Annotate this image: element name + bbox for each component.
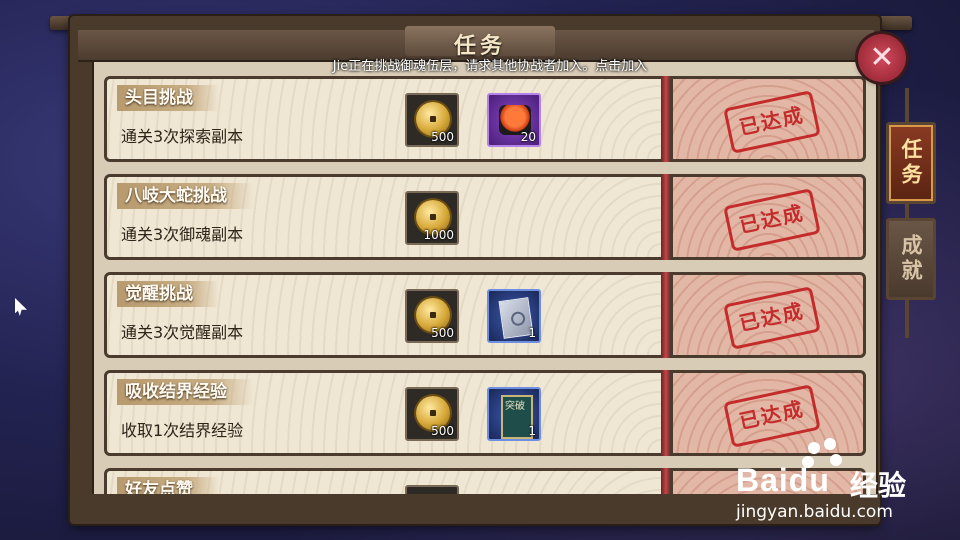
reward-count: 1000: [423, 228, 454, 242]
scroll-label: 突破: [505, 401, 525, 412]
watermark-brand: Baidu: [736, 462, 830, 498]
row-divider: [662, 272, 670, 358]
task-info: 头目挑战 通关3次探索副本 500 20: [104, 76, 664, 162]
join-battle-notice[interactable]: Jie正在挑战御魂伍层，请求其他协战者加入。点击加入: [200, 55, 780, 74]
task-info: 好友点赞: [104, 468, 664, 494]
task-info: 八岐大蛇挑战 通关3次御魂副本 1000: [104, 174, 664, 260]
task-list[interactable]: 头目挑战 通关3次探索副本 500 20 已达成 八岐大蛇挑战 通关3次御魂副本…: [92, 62, 878, 494]
row-divider: [662, 370, 670, 456]
watermark-cn: 经验: [850, 469, 907, 502]
tab-tasks[interactable]: 任务: [886, 122, 936, 204]
reward-count: 500: [431, 130, 454, 144]
task-status-panel: 已达成: [670, 174, 866, 260]
row-divider: [662, 76, 670, 162]
task-status-panel: 已达成: [670, 76, 866, 162]
task-desc: 收取1次结界经验: [121, 421, 244, 440]
task-name: 头目挑战: [117, 85, 219, 111]
reward-item[interactable]: 500: [405, 93, 459, 147]
task-name: 觉醒挑战: [117, 281, 219, 307]
task-row: 头目挑战 通关3次探索副本 500 20 已达成: [104, 76, 866, 162]
row-divider: [662, 174, 670, 260]
watermark-url: jingyan.baidu.com: [736, 502, 893, 522]
baidu-watermark: Baidu 经验 jingyan.baidu.com: [722, 438, 952, 530]
completed-stamp: 已达成: [723, 90, 821, 154]
completed-stamp: 已达成: [723, 188, 821, 252]
close-button[interactable]: ✕: [858, 34, 906, 82]
reward-count: 500: [431, 326, 454, 340]
reward-item[interactable]: 500: [405, 289, 459, 343]
tab-achievements[interactable]: 成就: [886, 218, 936, 300]
task-desc: 通关3次探索副本: [121, 127, 244, 146]
reward-item[interactable]: 500: [405, 387, 459, 441]
task-desc: 通关3次觉醒副本: [121, 323, 244, 342]
reward-item[interactable]: 1000: [405, 191, 459, 245]
task-row: 觉醒挑战 通关3次觉醒副本 500 1 已达成: [104, 272, 866, 358]
close-x-icon: ✕: [869, 40, 895, 75]
task-name: 好友点赞: [117, 477, 219, 494]
reward-item[interactable]: 突破 1: [487, 387, 541, 441]
reward-count: 20: [520, 130, 536, 144]
task-desc: 通关3次御魂副本: [121, 225, 244, 244]
task-status-panel: 已达成: [670, 272, 866, 358]
task-name: 八岐大蛇挑战: [117, 183, 253, 209]
task-name: 吸收结界经验: [117, 379, 253, 405]
reward-count: 1: [528, 326, 536, 340]
reward-count: 500: [431, 424, 454, 438]
task-row: 八岐大蛇挑战 通关3次御魂副本 1000 已达成: [104, 174, 866, 260]
completed-stamp: 已达成: [723, 384, 821, 448]
reward-count: 1: [528, 424, 536, 438]
completed-stamp: 已达成: [723, 286, 821, 350]
task-info: 觉醒挑战 通关3次觉醒副本 500 1: [104, 272, 664, 358]
reward-item[interactable]: [405, 485, 459, 494]
task-info: 吸收结界经验 收取1次结界经验 500 突破 1: [104, 370, 664, 456]
row-divider: [662, 468, 670, 494]
reward-item[interactable]: 1: [487, 289, 541, 343]
reward-item[interactable]: 20: [487, 93, 541, 147]
